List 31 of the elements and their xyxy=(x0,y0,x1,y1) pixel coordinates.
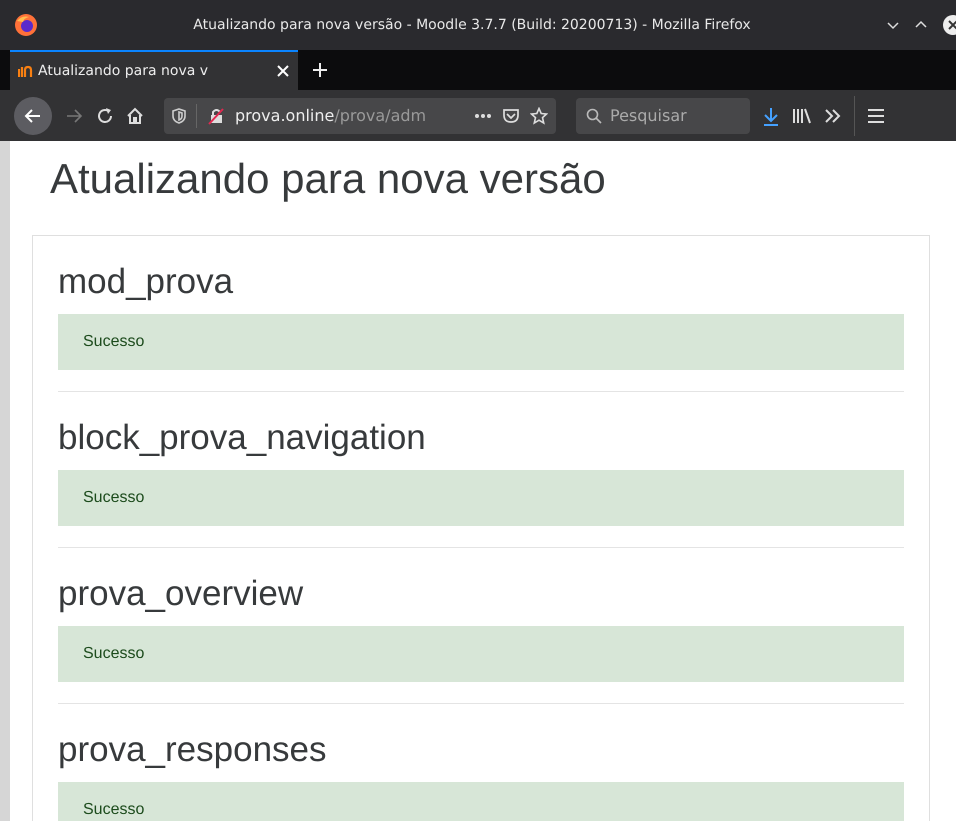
browser-logo-icon xyxy=(14,13,38,37)
back-button[interactable] xyxy=(14,96,52,134)
window-title: Atualizando para nova versão - Moodle 3.7.7 (Build: 20200713) - Mozilla Firefox xyxy=(192,17,752,33)
star-icon[interactable] xyxy=(530,106,548,124)
shield-icon xyxy=(172,108,186,124)
overflow-chevrons-icon[interactable] xyxy=(824,108,842,124)
close-icon[interactable] xyxy=(276,64,290,78)
search-field[interactable]: Pesquisar xyxy=(576,98,750,134)
more-dots-icon[interactable] xyxy=(474,112,492,118)
new-tab-plus-icon[interactable] xyxy=(312,62,328,78)
home-icon[interactable] xyxy=(126,106,144,124)
success-message: Sucesso xyxy=(58,314,904,370)
library-icon[interactable] xyxy=(792,108,812,124)
reload-icon[interactable] xyxy=(96,106,114,124)
tab-title: Atualizando para nova v xyxy=(38,63,210,79)
success-message: Sucesso xyxy=(58,782,904,821)
plugin-name: prova_responses xyxy=(58,730,328,770)
plugin-name: mod_prova xyxy=(58,262,234,302)
download-icon[interactable] xyxy=(762,106,780,126)
page-heading: Atualizando para nova versão xyxy=(50,155,607,203)
plugin-name: block_prova_navigation xyxy=(58,418,427,458)
success-message: Sucesso xyxy=(58,626,904,682)
menu-icon[interactable] xyxy=(867,108,885,124)
success-message: Sucesso xyxy=(58,470,904,526)
insecure-lock-icon xyxy=(207,106,225,124)
url-text: prova.online/prova/adm xyxy=(235,106,428,125)
pocket-icon[interactable] xyxy=(502,108,520,124)
browser-tab[interactable]: Atualizando para nova v xyxy=(10,50,298,90)
site-favicon-icon xyxy=(18,65,34,77)
address-bar[interactable]: prova.online/prova/adm xyxy=(164,98,556,134)
plugin-name: prova_overview xyxy=(58,574,304,614)
